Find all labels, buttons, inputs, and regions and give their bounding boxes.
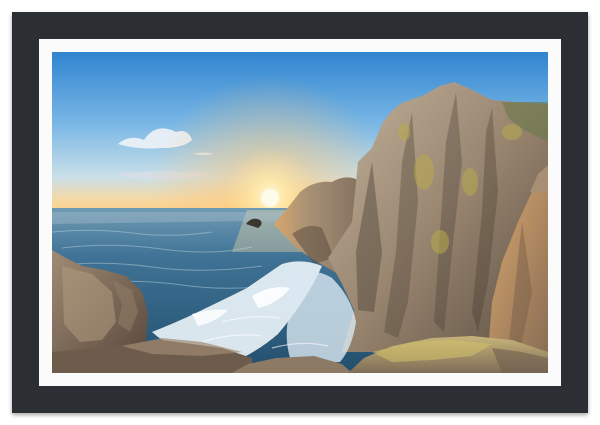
picture-mat: [39, 39, 561, 386]
coastal-sunset-photo: [52, 52, 548, 373]
picture-frame: [12, 12, 588, 413]
seascape-image: [52, 52, 548, 373]
sun: [261, 189, 279, 207]
